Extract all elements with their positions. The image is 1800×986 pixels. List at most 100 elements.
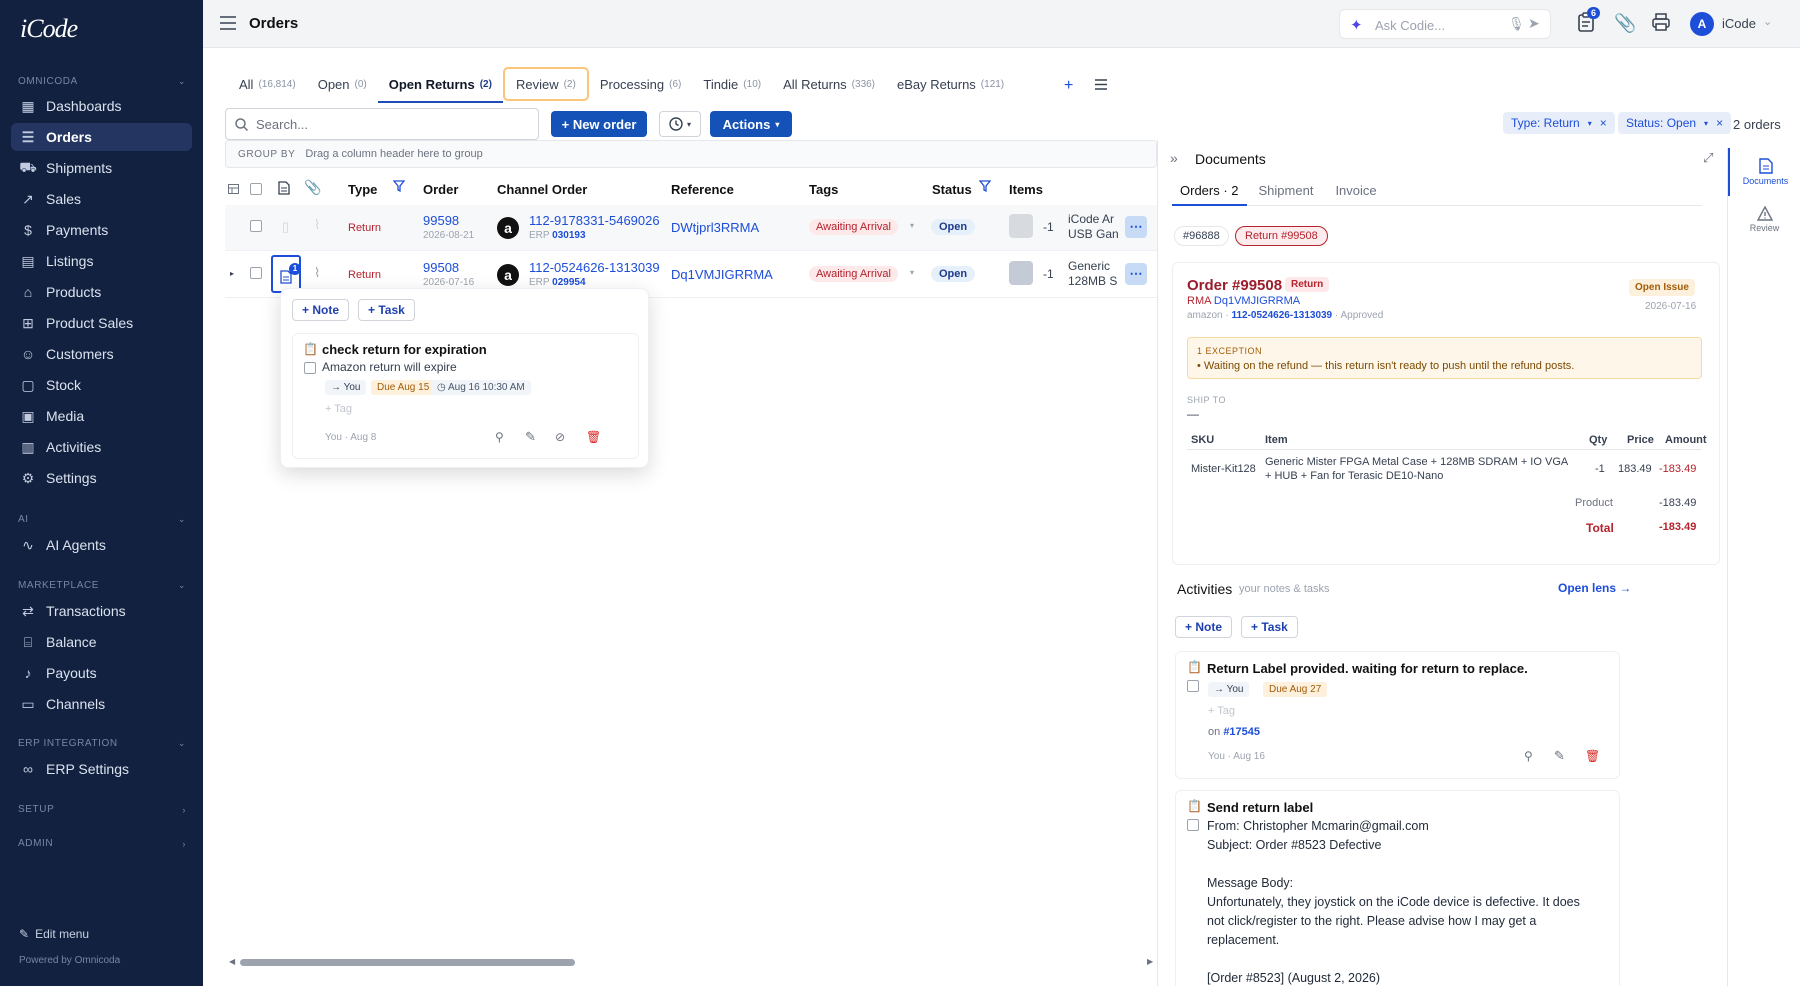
- tab-invoice[interactable]: Invoice: [1325, 176, 1386, 205]
- related-order-link[interactable]: #17545: [1223, 726, 1260, 738]
- col-reference[interactable]: Reference: [671, 182, 734, 197]
- sidebar-item-dashboards[interactable]: ▦ Dashboards: [11, 92, 192, 120]
- paperclip-icon[interactable]: ⌇: [314, 265, 320, 281]
- sidebar-item-erp-settings[interactable]: ∞ ERP Settings: [11, 755, 192, 783]
- add-tab-icon[interactable]: +: [1064, 77, 1073, 95]
- add-task-button[interactable]: + Task: [1241, 616, 1298, 638]
- due-tag[interactable]: Due Aug 27: [1263, 682, 1328, 697]
- reminder-tag[interactable]: ◷ Aug 16 10:30 AM: [431, 380, 531, 395]
- sidebar-item-listings[interactable]: ▤ Listings: [11, 247, 192, 275]
- col-type[interactable]: Type: [348, 182, 377, 197]
- sidebar-item-customers[interactable]: ☺ Customers: [11, 340, 192, 368]
- column-chooser-icon[interactable]: [228, 184, 239, 194]
- sidebar-item-sales[interactable]: ↗ Sales: [11, 185, 192, 213]
- pin-icon[interactable]: ⚲: [495, 430, 504, 444]
- history-button[interactable]: ▾: [659, 111, 701, 137]
- caret-down-icon[interactable]: ▾: [910, 221, 914, 230]
- new-order-button[interactable]: + New order: [551, 111, 647, 137]
- send-icon[interactable]: ➤: [1528, 15, 1540, 32]
- tab-open-returns[interactable]: Open Returns (2): [377, 67, 504, 103]
- paperclip-icon[interactable]: 📎: [1614, 13, 1636, 34]
- sidebar-item-balance[interactable]: ⌸ Balance: [11, 628, 192, 656]
- row-more-button[interactable]: ⋯: [1125, 216, 1147, 238]
- row-order-link[interactable]: 99598: [423, 213, 459, 228]
- col-order[interactable]: Order: [423, 182, 458, 197]
- order-chip[interactable]: #96888: [1174, 226, 1229, 246]
- task-checkbox[interactable]: [1187, 680, 1199, 692]
- sidebar-item-settings[interactable]: ⚙ Settings: [11, 464, 192, 492]
- section-admin[interactable]: ADMIN ›: [18, 838, 186, 849]
- task-checkbox[interactable]: [304, 362, 316, 374]
- col-tags[interactable]: Tags: [809, 182, 838, 197]
- print-icon[interactable]: [1651, 12, 1671, 32]
- sidebar-item-payments[interactable]: $ Payments: [11, 216, 192, 244]
- due-tag[interactable]: Due Aug 15: [371, 380, 436, 395]
- filter-icon[interactable]: [979, 180, 991, 192]
- caret-down-icon[interactable]: ▾: [910, 268, 914, 277]
- expand-icon[interactable]: ▸: [230, 269, 234, 278]
- pencil-icon[interactable]: ✎: [525, 429, 536, 445]
- row-more-button[interactable]: ⋯: [1125, 263, 1147, 285]
- rail-documents[interactable]: Documents: [1728, 148, 1800, 196]
- section-erp[interactable]: ERP INTEGRATION ⌄: [18, 738, 186, 749]
- tab-processing[interactable]: Processing (6): [589, 67, 693, 101]
- scroll-left-icon[interactable]: ◀: [229, 957, 235, 966]
- sidebar-item-ai-agents[interactable]: ∿ AI Agents: [11, 531, 192, 559]
- tab-orders[interactable]: Orders · 2: [1172, 176, 1247, 206]
- tab-tindie[interactable]: Tindie (10): [692, 67, 772, 101]
- section-marketplace[interactable]: MARKETPLACE ⌄: [18, 580, 186, 591]
- trash-icon[interactable]: 🗑: [586, 430, 601, 444]
- row-reference-link[interactable]: DWtjprl3RRMA: [671, 220, 759, 235]
- clipboard-icon[interactable]: 6: [1577, 7, 1601, 32]
- sidebar-item-activities[interactable]: ▥ Activities: [11, 433, 192, 461]
- tab-all[interactable]: All (16,814): [228, 67, 307, 101]
- assignee-tag[interactable]: → You: [325, 380, 367, 395]
- section-omnicoda[interactable]: OMNICODA ⌄: [18, 76, 186, 87]
- close-icon[interactable]: ×: [1716, 116, 1723, 130]
- assignee-tag[interactable]: → You: [1208, 682, 1250, 697]
- pin-icon[interactable]: ⚲: [1524, 749, 1533, 763]
- select-all-checkbox[interactable]: [250, 183, 262, 195]
- ask-codie-box[interactable]: ✦ Ask Codie... 🎙 ➤: [1339, 9, 1551, 39]
- group-by-bar[interactable]: GROUP BY Drag a column header here to gro…: [225, 140, 1157, 168]
- sidebar-item-orders[interactable]: ☰ Orders: [11, 123, 192, 151]
- task-checkbox[interactable]: [1187, 819, 1199, 831]
- sidebar-item-channels[interactable]: ▭ Channels: [11, 690, 192, 718]
- horizontal-scrollbar[interactable]: [240, 959, 575, 966]
- filter-icon[interactable]: [393, 180, 405, 192]
- trash-icon[interactable]: 🗑: [1585, 749, 1600, 763]
- tab-open[interactable]: Open (0): [307, 67, 378, 101]
- hamburger-icon[interactable]: [220, 16, 236, 30]
- row-order-link[interactable]: 99508: [423, 260, 459, 275]
- search-box[interactable]: Search...: [225, 108, 539, 140]
- sidebar-item-products[interactable]: ⌂ Products: [11, 278, 192, 306]
- row-checkbox[interactable]: [250, 220, 262, 232]
- section-ai[interactable]: AI ⌄: [18, 514, 186, 525]
- tab-review[interactable]: Review (2): [502, 67, 589, 101]
- sidebar-item-product-sales[interactable]: ⊞ Product Sales: [11, 309, 192, 337]
- tab-ebay-returns[interactable]: eBay Returns (121): [886, 67, 1015, 101]
- col-status[interactable]: Status: [932, 182, 972, 197]
- paperclip-icon[interactable]: ⌇: [314, 217, 320, 233]
- edit-menu-link[interactable]: ✎ Edit menu: [19, 927, 89, 941]
- user-name[interactable]: iCode: [1722, 16, 1756, 31]
- channel-order-link[interactable]: 112-0524626-1313039: [1231, 310, 1332, 321]
- actions-button[interactable]: Actions ▾: [710, 111, 792, 137]
- document-icon[interactable]: ▯: [282, 219, 289, 235]
- row-channel-order-link[interactable]: 112-9178331-5469026: [529, 213, 660, 228]
- ask-codie-input[interactable]: Ask Codie...: [1375, 18, 1445, 33]
- open-lens-link[interactable]: Open lens →: [1558, 581, 1631, 595]
- avatar[interactable]: A: [1690, 12, 1714, 36]
- scroll-right-icon[interactable]: ▶: [1147, 957, 1153, 966]
- col-channel-order[interactable]: Channel Order: [497, 182, 587, 197]
- add-task-button[interactable]: + Task: [358, 299, 415, 321]
- filter-status-chip[interactable]: Status: Open ▾ ×: [1618, 112, 1732, 134]
- return-chip[interactable]: Return #99508: [1235, 226, 1328, 246]
- sidebar-item-payouts[interactable]: ♪ Payouts: [11, 659, 192, 687]
- rma-link[interactable]: Dq1VMJIGRRMA: [1214, 295, 1300, 307]
- row-checkbox[interactable]: [250, 267, 262, 279]
- sidebar-item-shipments[interactable]: ⛟ Shipments: [11, 154, 192, 182]
- add-note-button[interactable]: + Note: [292, 299, 350, 321]
- collapse-panel-icon[interactable]: »: [1170, 150, 1178, 166]
- rail-review[interactable]: Review: [1728, 206, 1800, 250]
